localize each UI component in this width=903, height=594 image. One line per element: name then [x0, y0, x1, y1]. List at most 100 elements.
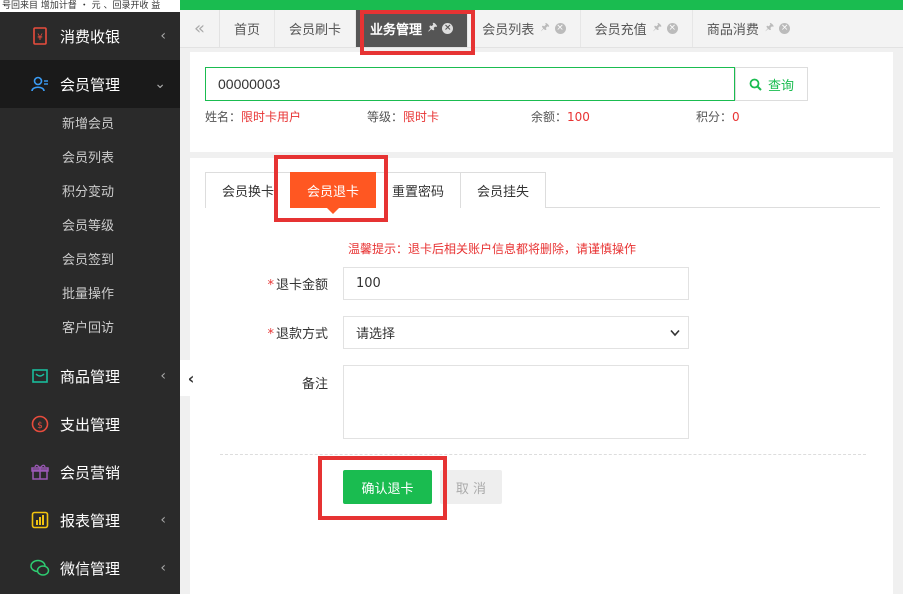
sidebar-item-member-list[interactable]: 会员列表	[0, 142, 180, 176]
pin-icon[interactable]: 🖈	[428, 20, 437, 37]
gift-icon	[30, 462, 50, 482]
chevron-down-icon: ⌄	[154, 76, 166, 92]
refund-amount-value: 100	[356, 276, 381, 291]
name-value: 限时卡用户	[241, 110, 302, 124]
wechat-icon	[30, 558, 50, 578]
sidebar-collapse-icon[interactable]: ‹	[180, 360, 202, 396]
subtab-label: 会员换卡	[222, 185, 275, 200]
refund-method-select[interactable]: 请选择	[343, 316, 689, 349]
close-icon[interactable]: ×	[554, 23, 566, 34]
cancel-label: 取 消	[455, 481, 487, 497]
subtab-report-loss[interactable]: 会员挂失	[460, 172, 547, 208]
member-submenu: 新增会员 会员列表 积分变动 会员等级 会员签到 批量操作 客户回访	[0, 108, 180, 346]
tab-home[interactable]: 首页	[220, 10, 276, 47]
nav-label: 微信管理	[60, 559, 121, 578]
remark-label: 备注	[190, 373, 328, 392]
member-search-input[interactable]: 00000003	[205, 67, 735, 101]
amount-label: * 退卡金额	[190, 274, 328, 293]
sidebar-item-levels[interactable]: 会员等级	[0, 210, 180, 244]
refund-amount-field[interactable]: 100	[343, 267, 689, 300]
required-mark: *	[267, 278, 274, 293]
chevron-left-icon: ‹	[160, 512, 166, 528]
nav-label: 会员管理	[60, 75, 121, 94]
nav-marketing[interactable]: 会员营销	[0, 448, 180, 496]
amount-label-text: 退卡金额	[275, 278, 328, 293]
close-icon[interactable]: ×	[442, 23, 454, 34]
chevron-down-icon	[670, 326, 680, 339]
tab-label: 首页	[234, 23, 261, 38]
nav-label: 商品管理	[60, 367, 121, 386]
nav-label: 消费收银	[60, 27, 121, 46]
remark-label-text: 备注	[301, 377, 328, 392]
balance-label: 余额：	[531, 110, 568, 124]
tab-product-consume[interactable]: 商品消费 🖈 ×	[692, 10, 805, 47]
nav-report[interactable]: 报表管理 ‹	[0, 496, 180, 544]
sidebar-item-checkin[interactable]: 会员签到	[0, 244, 180, 278]
sidebar-item-add-member[interactable]: 新增会员	[0, 108, 180, 142]
nav-member[interactable]: 会员管理 ⌄	[0, 60, 180, 108]
close-icon[interactable]: ×	[779, 23, 791, 34]
remark-textarea[interactable]	[343, 365, 689, 439]
nav-cashier[interactable]: ¥ 消费收银 ‹	[0, 12, 180, 60]
search-button-label: 查询	[767, 78, 794, 94]
cashier-icon: ¥	[30, 26, 50, 46]
member-points: 积分：0	[696, 108, 740, 125]
nav-label: 会员营销	[60, 463, 121, 482]
subtab-label: 会员退卡	[307, 185, 360, 200]
nav-label: 支出管理	[60, 415, 121, 434]
tab-label: 会员刷卡	[289, 23, 342, 38]
subtab-reset-password[interactable]: 重置密码	[375, 172, 462, 208]
name-label: 姓名：	[205, 110, 242, 124]
cancel-button[interactable]: 取 消	[440, 470, 502, 504]
confirm-refund-button[interactable]: 确认退卡	[343, 470, 432, 504]
points-value: 0	[732, 110, 740, 124]
refund-method-value: 请选择	[356, 327, 396, 342]
subtab-label: 会员挂失	[477, 185, 530, 200]
nav-product[interactable]: 商品管理 ‹	[0, 352, 180, 400]
points-label: 积分：	[696, 110, 733, 124]
level-value: 限时卡	[403, 110, 440, 124]
divider	[220, 454, 866, 455]
chevron-left-icon: ‹	[160, 368, 166, 384]
sidebar-item-batch[interactable]: 批量操作	[0, 278, 180, 312]
method-label: * 退款方式	[190, 323, 328, 342]
sidebar-item-revisit[interactable]: 客户回访	[0, 312, 180, 346]
method-label-text: 退款方式	[275, 327, 328, 342]
tab-member-list[interactable]: 会员列表 🖈 ×	[468, 10, 581, 47]
svg-text:$: $	[37, 421, 43, 431]
required-mark: *	[267, 327, 274, 342]
member-search-card: 00000003 查询 姓名：限时卡用户 等级：限时卡 余额：100 积分：0	[190, 52, 893, 152]
report-icon	[30, 510, 50, 530]
window-top-strip: 号回来目 增加计督 ・ 元 、回录开收 益	[0, 0, 180, 12]
tabs-scroll-left-icon[interactable]: «	[180, 10, 220, 47]
nav-wechat[interactable]: 微信管理 ‹	[0, 544, 180, 592]
chevron-left-icon: ‹	[160, 560, 166, 576]
pin-icon[interactable]: 🖈	[540, 20, 549, 37]
nav-expense[interactable]: $ 支出管理	[0, 400, 180, 448]
business-subtabs: 会员换卡 会员退卡 重置密码 会员挂失	[205, 172, 880, 214]
sidebar-item-points[interactable]: 积分变动	[0, 176, 180, 210]
tab-recharge[interactable]: 会员充值 🖈 ×	[580, 10, 693, 47]
search-button[interactable]: 查询	[735, 67, 808, 101]
balance-value: 100	[567, 110, 590, 124]
card-refund-panel: 会员换卡 会员退卡 重置密码 会员挂失 温馨提示：退卡后相关账户信息都将删除，请…	[190, 158, 893, 594]
page-tabs: « 首页 会员刷卡 业务管理 🖈 × 会员列表 🖈 × 会员充值 🖈 × 商品消…	[180, 10, 903, 48]
pin-icon[interactable]: 🖈	[765, 20, 774, 37]
member-icon	[30, 74, 50, 94]
close-icon[interactable]: ×	[666, 23, 678, 34]
tab-card-swipe[interactable]: 会员刷卡	[275, 10, 357, 47]
member-level: 等级：限时卡	[367, 108, 439, 125]
pin-icon[interactable]: 🖈	[653, 20, 662, 37]
subtab-change-card[interactable]: 会员换卡	[205, 172, 292, 208]
refund-warning: 温馨提示：退卡后相关账户信息都将删除，请谨慎操作	[348, 242, 637, 256]
member-balance: 余额：100	[531, 108, 590, 125]
tab-business[interactable]: 业务管理 🖈 ×	[356, 10, 469, 47]
product-icon	[30, 366, 50, 386]
subtab-label: 重置密码	[392, 185, 445, 200]
subtab-refund-card[interactable]: 会员退卡	[290, 172, 377, 214]
chevron-left-icon: ‹	[160, 28, 166, 44]
level-label: 等级：	[367, 110, 404, 124]
svg-text:¥: ¥	[37, 33, 43, 43]
member-name: 姓名：限时卡用户	[205, 108, 301, 125]
confirm-label: 确认退卡	[361, 481, 414, 497]
